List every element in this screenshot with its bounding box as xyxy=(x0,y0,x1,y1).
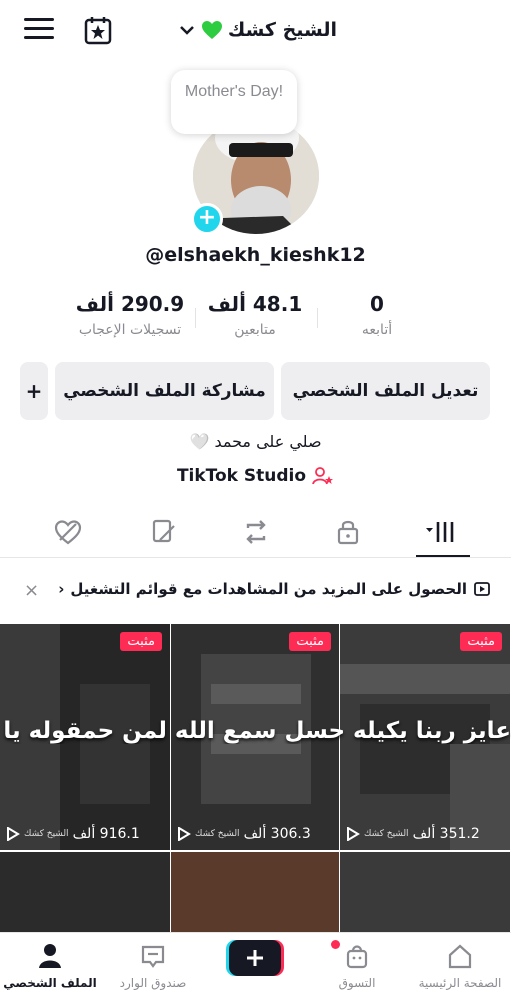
view-count-text: 351.2 ألف xyxy=(412,826,480,842)
chevron-down-icon xyxy=(179,26,194,35)
watermark-text: الشيخ كشك xyxy=(24,829,69,839)
add-story-icon[interactable]: + xyxy=(191,203,223,235)
edit-profile-button[interactable]: تعديل الملف الشخصي xyxy=(281,362,490,420)
pinned-badge: مثبت xyxy=(460,632,502,651)
view-count: 916.1 ألف الشيخ كشك xyxy=(6,826,140,842)
account-name: الشيخ كشك xyxy=(227,19,337,41)
nav-profile[interactable]: الملف الشخصي xyxy=(0,941,100,990)
playlist-icon xyxy=(474,582,490,596)
green-heart-icon xyxy=(201,21,222,39)
play-icon xyxy=(7,827,20,841)
nav-profile-label: الملف الشخصي xyxy=(3,976,97,990)
nav-home[interactable]: الصفحة الرئيسية xyxy=(410,941,510,990)
account-switcher[interactable]: الشيخ كشك xyxy=(178,15,337,45)
nav-home-label: الصفحة الرئيسية xyxy=(418,976,502,990)
active-tab-indicator xyxy=(416,555,470,557)
username: @elshaekh_kieshk12 xyxy=(145,244,366,266)
video-thumbnail[interactable] xyxy=(171,852,339,932)
nav-shop[interactable]: التسوق xyxy=(307,941,407,990)
tiktok-studio-link[interactable]: TikTok Studio xyxy=(0,466,511,486)
view-count-text: 306.3 ألف xyxy=(243,826,311,842)
chevron-left-icon: ‹ xyxy=(58,580,65,598)
pinned-badge: مثبت xyxy=(289,632,331,651)
top-bar: الشيخ كشك xyxy=(0,0,511,62)
likes-stat[interactable]: 290.9 ألف تسجيلات الإعجاب xyxy=(60,292,200,338)
tab-videos-grid-icon[interactable] xyxy=(424,514,460,550)
nav-inbox[interactable]: صندوق الوارد xyxy=(103,941,203,990)
share-profile-button[interactable]: مشاركة الملف الشخصي xyxy=(55,362,274,420)
view-count-text: 916.1 ألف xyxy=(72,826,140,842)
note-bubble[interactable]: Mother's Day! xyxy=(171,70,297,134)
followers-label: متابعين xyxy=(234,322,276,338)
followers-count: 48.1 ألف xyxy=(207,292,303,316)
playlist-banner-text: الحصول على المزيد من المشاهدات مع قوائم … xyxy=(70,580,467,598)
hamburger-menu-icon[interactable] xyxy=(24,18,54,44)
view-count: 306.3 ألف الشيخ كشك xyxy=(177,826,311,842)
following-count: 0 xyxy=(370,292,384,316)
profile-tabs xyxy=(0,506,511,558)
tab-private-icon[interactable] xyxy=(330,514,366,550)
studio-person-icon xyxy=(312,467,334,485)
play-icon xyxy=(178,827,191,841)
calendar-star-icon[interactable] xyxy=(82,14,114,46)
tab-liked-icon[interactable] xyxy=(50,514,86,550)
play-icon xyxy=(347,827,360,841)
profile-icon xyxy=(39,944,61,968)
playlist-banner: الحصول على المزيد من المشاهدات مع قوائم … xyxy=(0,570,511,612)
following-stat[interactable]: 0 أتابعه xyxy=(307,292,447,338)
shopping-bag-icon xyxy=(346,945,368,969)
add-friend-button[interactable]: + xyxy=(20,362,48,420)
pinned-badge: مثبت xyxy=(120,632,162,651)
watermark-text: الشيخ كشك xyxy=(195,829,240,839)
likes-count: 290.9 ألف xyxy=(75,292,185,316)
tab-reposts-icon[interactable] xyxy=(238,514,274,550)
playlist-banner-link[interactable]: الحصول على المزيد من المشاهدات مع قوائم … xyxy=(58,580,491,598)
notification-dot xyxy=(331,940,340,949)
video-thumbnail[interactable] xyxy=(340,852,510,932)
following-label: أتابعه xyxy=(361,322,393,338)
nav-inbox-label: صندوق الوارد xyxy=(119,976,187,990)
watermark-text: الشيخ كشك xyxy=(364,829,409,839)
home-icon xyxy=(448,944,472,969)
close-icon[interactable]: × xyxy=(24,580,39,601)
inbox-icon xyxy=(141,945,165,968)
view-count: 351.2 ألف الشيخ كشك xyxy=(346,826,480,842)
create-button[interactable] xyxy=(226,940,284,976)
followers-stat[interactable]: 48.1 ألف متابعين xyxy=(185,292,325,338)
likes-label: تسجيلات الإعجاب xyxy=(78,322,182,338)
studio-label: TikTok Studio xyxy=(176,466,307,486)
video-thumbnail[interactable] xyxy=(0,852,170,932)
nav-shop-label: التسوق xyxy=(338,976,376,990)
bio-text: صلي على محمد 🤍 xyxy=(189,432,322,451)
video-overlay-text: عايز ربنا يكيله حسل سمع الله لمن حمقوله … xyxy=(0,718,511,744)
tab-favorites-icon[interactable] xyxy=(146,514,182,550)
